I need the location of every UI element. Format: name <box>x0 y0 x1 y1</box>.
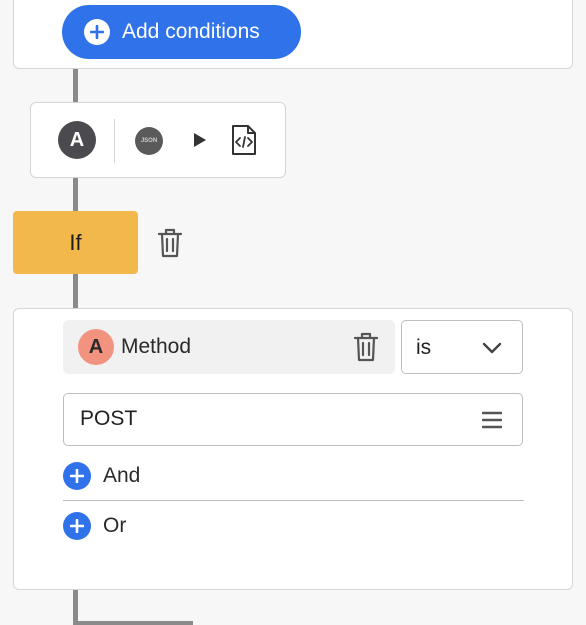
add-and-button[interactable]: And <box>63 462 140 490</box>
app-avatar: A <box>58 121 96 159</box>
value-text: POST <box>80 407 138 430</box>
chevron-down-icon <box>482 342 502 354</box>
field-label: Method <box>121 335 192 358</box>
or-label: Or <box>103 514 127 537</box>
if-label: If <box>69 229 82 255</box>
plus-icon <box>63 462 91 490</box>
value-input[interactable]: POST <box>63 393 523 446</box>
add-or-button[interactable]: Or <box>63 512 126 540</box>
play-icon <box>194 133 206 147</box>
code-file-icon <box>232 125 256 155</box>
and-label: And <box>103 464 141 487</box>
flow-connector-branch <box>73 621 193 625</box>
add-conditions-label: Add conditions <box>122 20 260 43</box>
menu-icon[interactable] <box>482 411 502 429</box>
trash-icon[interactable] <box>353 332 379 362</box>
flow-connector-3 <box>73 273 78 309</box>
operator-value: is <box>416 336 432 359</box>
step-card[interactable]: A JSON <box>30 102 286 178</box>
if-block[interactable]: If <box>13 211 138 274</box>
add-conditions-button[interactable]: Add conditions <box>62 5 301 59</box>
step-divider <box>114 119 115 163</box>
flow-connector-2 <box>73 177 78 212</box>
operator-select[interactable]: is <box>401 320 523 374</box>
json-icon: JSON <box>135 127 163 155</box>
plus-icon <box>63 512 91 540</box>
flow-connector-1 <box>73 68 78 104</box>
and-or-divider <box>63 500 524 501</box>
field-avatar: A <box>78 329 114 365</box>
flow-connector-4 <box>73 590 78 625</box>
plus-icon <box>84 19 110 45</box>
field-chip[interactable]: A Method <box>63 320 395 374</box>
condition-card: A Method is POST And Or <box>13 308 573 590</box>
trash-icon[interactable] <box>157 228 183 258</box>
